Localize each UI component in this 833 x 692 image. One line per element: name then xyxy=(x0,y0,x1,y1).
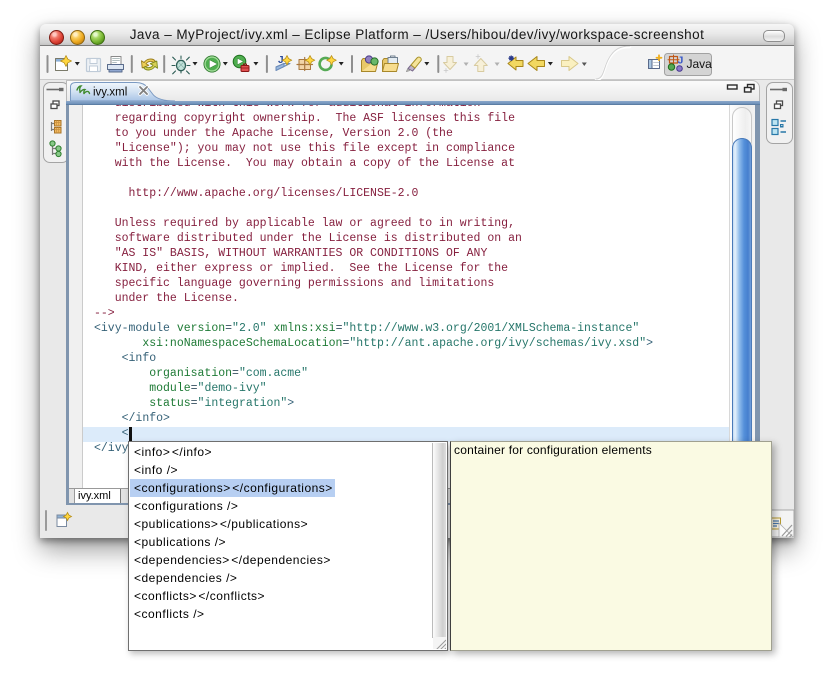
svg-text:Java: Java xyxy=(687,57,713,71)
svg-text:ivy.xml: ivy.xml xyxy=(93,87,127,99)
svg-text:J: J xyxy=(678,55,684,67)
